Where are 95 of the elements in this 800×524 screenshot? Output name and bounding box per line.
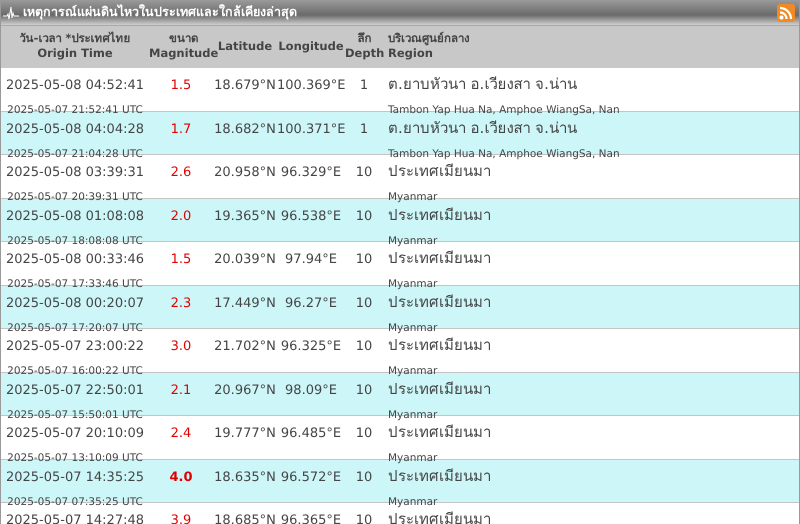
region-thai: ประเทศเมียนมา <box>388 466 491 486</box>
latitude: 18.679°N <box>214 78 276 95</box>
depth: 1 <box>360 78 368 95</box>
longitude: 96.27°E <box>285 296 337 312</box>
magnitude: 3.9 <box>170 513 192 524</box>
panel-title: เหตุการณ์แผ่นดินไหวในประเทศและใกล้เคียงล่าสุด <box>23 3 297 22</box>
region-english: Myanmar <box>388 234 438 248</box>
utc-time: 2025-05-07 07:35:25 UTC <box>7 496 143 510</box>
rss-icon[interactable] <box>777 4 795 22</box>
longitude: 100.369°E <box>277 78 346 95</box>
region-english: Myanmar <box>388 408 438 422</box>
region-thai: ประเทศเมียนมา <box>388 510 491 524</box>
depth: 10 <box>356 339 372 356</box>
longitude: 100.371°E <box>277 122 346 138</box>
magnitude: 1.7 <box>170 122 192 138</box>
region-english: Tambon Yap Hua Na, Amphoe WiangSa, Nan <box>388 104 620 118</box>
region-english: Myanmar <box>388 452 438 466</box>
column-header: Longitude <box>278 39 344 54</box>
longitude: 96.329°E <box>280 165 342 182</box>
longitude: 96.325°E <box>280 339 342 356</box>
depth: 10 <box>356 252 372 269</box>
longitude: 98.09°E <box>285 382 337 400</box>
longitude: 96.538°E <box>280 208 342 226</box>
utc-time: 2025-05-07 21:52:41 UTC <box>7 104 143 118</box>
utc-time: 2025-05-07 13:10:09 UTC <box>7 452 143 466</box>
origin-time: 2025-05-08 04:52:41 <box>6 78 144 95</box>
magnitude: 2.4 <box>170 426 192 443</box>
origin-time: 2025-05-08 01:08:08 <box>6 208 144 226</box>
latitude: 19.365°N <box>214 208 276 226</box>
longitude: 96.365°E <box>280 513 342 524</box>
latitude: 20.967°N <box>214 382 276 400</box>
depth: 10 <box>356 470 372 486</box>
utc-time: 2025-05-07 18:08:08 UTC <box>7 234 143 248</box>
magnitude: 2.0 <box>170 208 192 226</box>
column-header: บริเวณศูนย์กลาง Region <box>388 31 470 62</box>
origin-time: 2025-05-08 03:39:31 <box>6 165 144 182</box>
region-thai: ประเทศเมียนมา <box>388 336 491 355</box>
origin-time: 2025-05-08 00:20:07 <box>6 296 144 312</box>
origin-time: 2025-05-08 00:33:46 <box>6 252 144 269</box>
depth: 10 <box>356 382 372 400</box>
latitude: 17.449°N <box>214 296 276 312</box>
origin-time: 2025-05-07 14:27:48 <box>6 513 144 524</box>
utc-time: 2025-05-07 17:20:07 UTC <box>7 322 143 336</box>
magnitude: 1.5 <box>170 252 192 269</box>
longitude: 97.94°E <box>285 252 337 269</box>
column-header: วัน-เวลา *ประเทศไทย Origin Time <box>20 31 130 62</box>
origin-time: 2025-05-08 04:04:28 <box>6 122 144 138</box>
origin-time: 2025-05-07 22:50:01 <box>6 382 144 400</box>
latitude: 20.958°N <box>214 165 276 182</box>
seismograph-icon <box>3 4 19 20</box>
latitude: 19.777°N <box>214 426 276 443</box>
depth: 10 <box>356 165 372 182</box>
region-thai: ประเทศเมียนมา <box>388 206 491 224</box>
origin-time: 2025-05-07 14:35:25 <box>6 470 144 486</box>
utc-time: 2025-05-07 21:04:28 UTC <box>7 148 143 162</box>
utc-time: 2025-05-07 15:50:01 UTC <box>7 408 143 422</box>
depth: 10 <box>356 296 372 312</box>
magnitude: 2.1 <box>170 382 192 400</box>
longitude: 96.485°E <box>280 426 342 443</box>
column-header: ลึก Depth <box>345 31 384 62</box>
latitude: 21.702°N <box>214 339 276 356</box>
magnitude: 1.5 <box>170 78 192 95</box>
region-english: Myanmar <box>388 322 438 336</box>
origin-time: 2025-05-07 23:00:22 <box>6 339 144 356</box>
magnitude: 2.3 <box>170 296 192 312</box>
region-thai: ประเทศเมียนมา <box>388 292 491 312</box>
magnitude: 2.6 <box>170 165 192 182</box>
region-thai: ต.ยาบหัวนา อ.เวียงสา จ.น่าน <box>388 75 577 94</box>
depth: 10 <box>356 208 372 226</box>
region-thai: ประเทศเมียนมา <box>388 423 491 442</box>
region-thai: ประเทศเมียนมา <box>388 380 491 398</box>
region-english: Tambon Yap Hua Na, Amphoe WiangSa, Nan <box>388 148 620 162</box>
region-english: Myanmar <box>388 191 438 205</box>
latitude: 18.682°N <box>214 122 276 138</box>
region-english: Myanmar <box>388 278 438 292</box>
region-thai: ต.ยาบหัวนา อ.เวียงสา จ.น่าน <box>388 118 577 138</box>
region-english: Myanmar <box>388 365 438 379</box>
depth: 1 <box>360 122 368 138</box>
magnitude: 4.0 <box>169 470 193 486</box>
utc-time: 2025-05-07 16:00:22 UTC <box>7 365 143 379</box>
utc-time: 2025-05-07 17:33:46 UTC <box>7 278 143 292</box>
depth: 10 <box>356 426 372 443</box>
region-thai: ประเทศเมียนมา <box>388 249 491 268</box>
utc-time: 2025-05-07 20:39:31 UTC <box>7 191 143 205</box>
magnitude: 3.0 <box>170 339 192 356</box>
region-english: Myanmar <box>388 496 438 510</box>
column-header: ขนาด Magnitude <box>149 31 218 62</box>
depth: 10 <box>356 513 372 524</box>
longitude: 96.572°E <box>280 470 342 486</box>
column-header: Latitude <box>218 39 272 54</box>
region-thai: ประเทศเมียนมา <box>388 162 491 181</box>
origin-time: 2025-05-07 20:10:09 <box>6 426 144 443</box>
latitude: 18.635°N <box>214 470 276 486</box>
latitude: 20.039°N <box>214 252 276 269</box>
latitude: 18.685°N <box>214 513 276 524</box>
